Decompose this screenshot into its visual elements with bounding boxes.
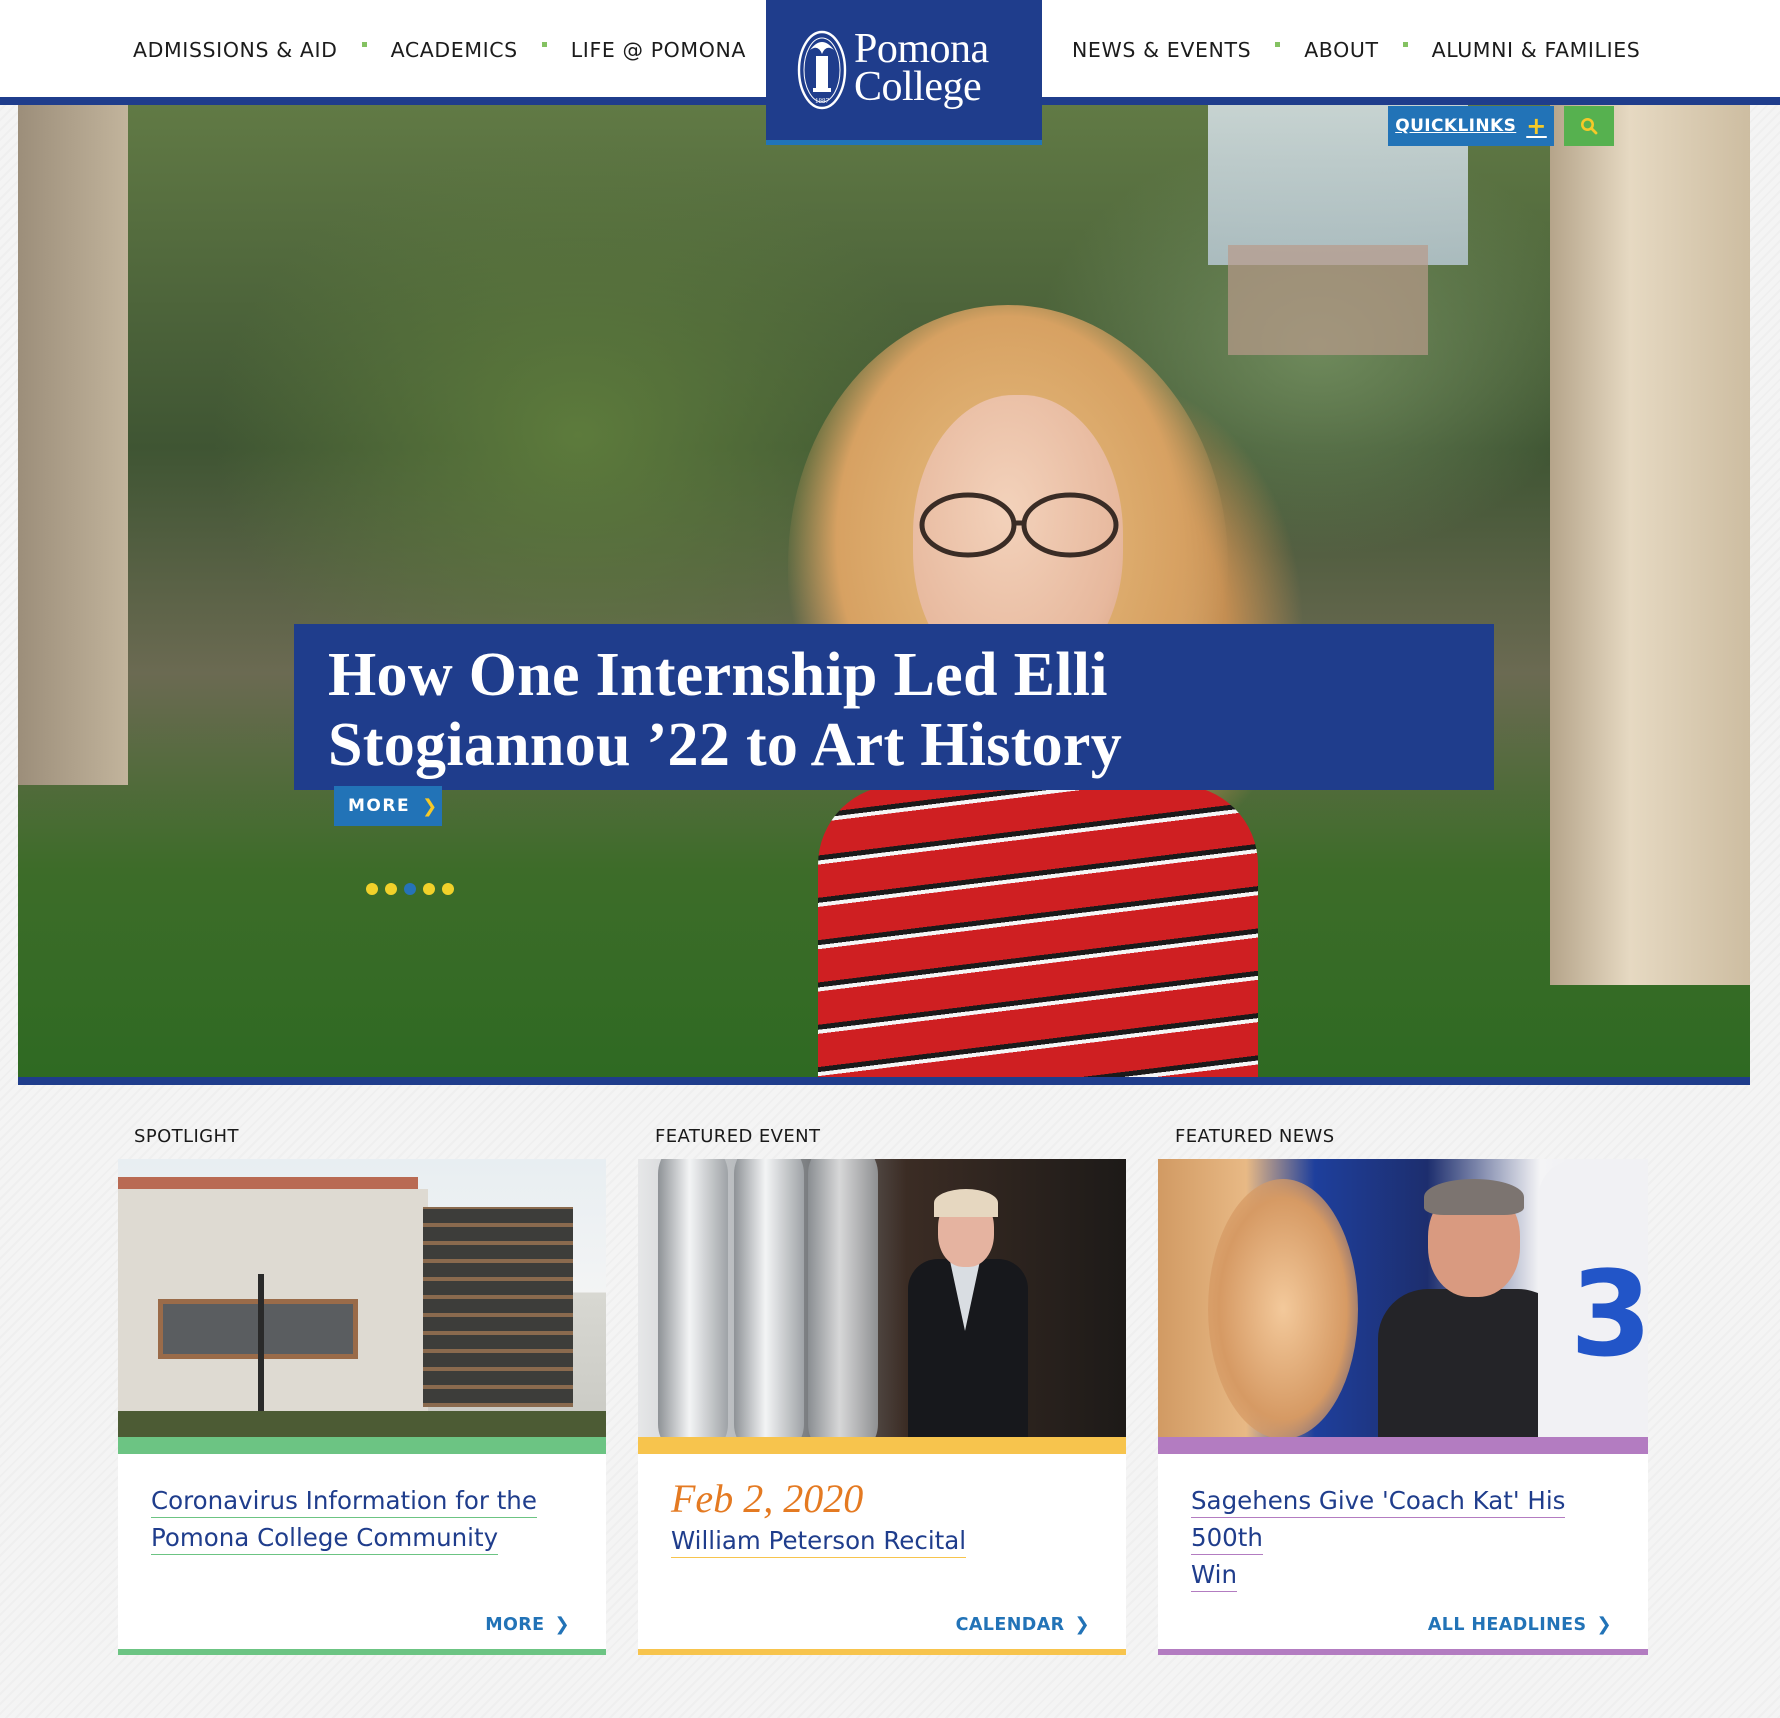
featured-event-card: Feb 2, 2020 William Peterson Recital CAL…	[638, 1159, 1126, 1655]
news-headline: Sagehens Give 'Coach Kat' His 500th Win	[1191, 1482, 1621, 1593]
logo-wordmark: Pomona College	[854, 26, 989, 110]
blurred-foreground	[1208, 1179, 1358, 1437]
hero-roof	[1228, 245, 1428, 355]
slide-dot-1[interactable]	[366, 883, 378, 895]
spotlight-link[interactable]: Coronavirus Information for the	[151, 1486, 537, 1518]
news-link-line-2[interactable]: Win	[1191, 1560, 1238, 1592]
event-bottom-bar	[638, 1649, 1126, 1655]
nav-academics[interactable]: ACADEMICS	[391, 38, 518, 62]
chevron-right-icon: ❯	[422, 795, 439, 817]
news-bottom-bar	[1158, 1649, 1648, 1655]
calendar-label: CALENDAR	[955, 1614, 1065, 1635]
search-button[interactable]	[1564, 106, 1614, 146]
event-photo-organist[interactable]	[638, 1159, 1126, 1437]
all-headlines-label: ALL HEADLINES	[1427, 1614, 1587, 1635]
nav-separator	[1275, 41, 1281, 47]
nav-separator	[541, 41, 547, 47]
spotlight-headline: Coronavirus Information for the Pomona C…	[151, 1482, 581, 1556]
seal-year: 1887	[815, 97, 830, 105]
section-label-spotlight: SPOTLIGHT	[134, 1126, 239, 1147]
spotlight-photo-building[interactable]	[118, 1159, 606, 1437]
slide-dot-5[interactable]	[442, 883, 454, 895]
spotlight-link-line-2[interactable]: Pomona College Community	[151, 1523, 499, 1555]
chevron-right-icon: ❯	[554, 1614, 570, 1635]
hero-striped-shirt	[818, 785, 1258, 1085]
chevron-right-icon: ❯	[1074, 1614, 1090, 1635]
organ-pipe	[658, 1159, 728, 1437]
news-color-bar	[1158, 1437, 1648, 1454]
jersey-number: 3	[1570, 1245, 1648, 1383]
spotlight-card: Coronavirus Information for the Pomona C…	[118, 1159, 606, 1655]
slide-dot-2[interactable]	[385, 883, 397, 895]
hero-glasses	[919, 492, 1119, 558]
logo-line-2: College	[854, 64, 982, 110]
primary-nav-left: ADMISSIONS & AID ACADEMICS LIFE @ POMONA	[133, 38, 746, 62]
spotlight-bottom-bar	[118, 1649, 606, 1655]
hero-more-label: MORE	[348, 796, 411, 816]
chevron-right-icon: ❯	[1596, 1614, 1612, 1635]
hero-more-button[interactable]: MORE ❯	[334, 786, 442, 826]
nav-alumni-families[interactable]: ALUMNI & FAMILIES	[1432, 38, 1641, 62]
hero-title-line-1: How One Internship Led Elli	[328, 641, 1108, 709]
spotlight-more-link[interactable]: MORE ❯	[485, 1614, 570, 1635]
slide-indicator	[366, 883, 454, 895]
primary-nav-right: NEWS & EVENTS ABOUT ALUMNI & FAMILIES	[1072, 38, 1640, 62]
hero-bottom-rule	[18, 1077, 1750, 1085]
pomona-college-logo[interactable]: 1887 Pomona College	[766, 0, 1042, 145]
nav-life-at-pomona[interactable]: LIFE @ POMONA	[571, 38, 746, 62]
nav-news-events[interactable]: NEWS & EVENTS	[1072, 38, 1251, 62]
nav-about[interactable]: ABOUT	[1304, 38, 1378, 62]
spotlight-color-bar	[118, 1437, 606, 1454]
spotlight-more-label: MORE	[485, 1614, 545, 1635]
event-title-link[interactable]: William Peterson Recital	[671, 1526, 967, 1558]
section-label-featured-news: FEATURED NEWS	[1175, 1126, 1335, 1147]
hero-caption: How One Internship Led Elli Stogiannou ’…	[294, 624, 1494, 790]
building-glass-facade	[423, 1207, 573, 1407]
coach-hair	[1424, 1179, 1524, 1215]
quicklinks-button[interactable]: QUICKLINKS +	[1388, 106, 1554, 146]
event-color-bar	[638, 1437, 1126, 1454]
calendar-link[interactable]: CALENDAR ❯	[956, 1614, 1090, 1635]
featured-news-card: 3 Sagehens Give 'Coach Kat' His 500th Wi…	[1158, 1159, 1648, 1655]
organist-hair	[934, 1189, 998, 1217]
slide-dot-3-active[interactable]	[404, 883, 416, 895]
news-link[interactable]: Sagehens Give 'Coach Kat' His 500th	[1191, 1486, 1566, 1555]
organ-pipe	[734, 1159, 804, 1437]
organ-pipe	[808, 1159, 878, 1437]
hero-title-line-2: Stogiannou ’22 to Art History	[328, 711, 1123, 779]
college-seal-icon: 1887	[797, 30, 847, 110]
section-label-featured-event: FEATURED EVENT	[655, 1126, 821, 1147]
hero-column-left	[18, 105, 128, 785]
nav-separator	[1402, 41, 1408, 47]
nav-admissions-aid[interactable]: ADMISSIONS & AID	[133, 38, 338, 62]
hero-slideshow	[18, 105, 1750, 1085]
hero-column-right	[1550, 105, 1750, 985]
plus-icon: +	[1526, 112, 1547, 140]
logo-line-1: Pomona	[854, 26, 989, 72]
nav-separator	[361, 41, 367, 47]
lamp-post	[258, 1274, 264, 1419]
search-icon	[1581, 118, 1598, 135]
event-date: Feb 2, 2020	[671, 1476, 864, 1521]
building-lawn	[118, 1411, 606, 1437]
quicklinks-label: QUICKLINKS	[1395, 116, 1517, 136]
news-photo-coach[interactable]: 3	[1158, 1159, 1648, 1437]
all-headlines-link[interactable]: ALL HEADLINES ❯	[1428, 1614, 1612, 1635]
slide-dot-4[interactable]	[423, 883, 435, 895]
hero-title[interactable]: How One Internship Led Elli Stogiannou ’…	[328, 640, 1494, 780]
